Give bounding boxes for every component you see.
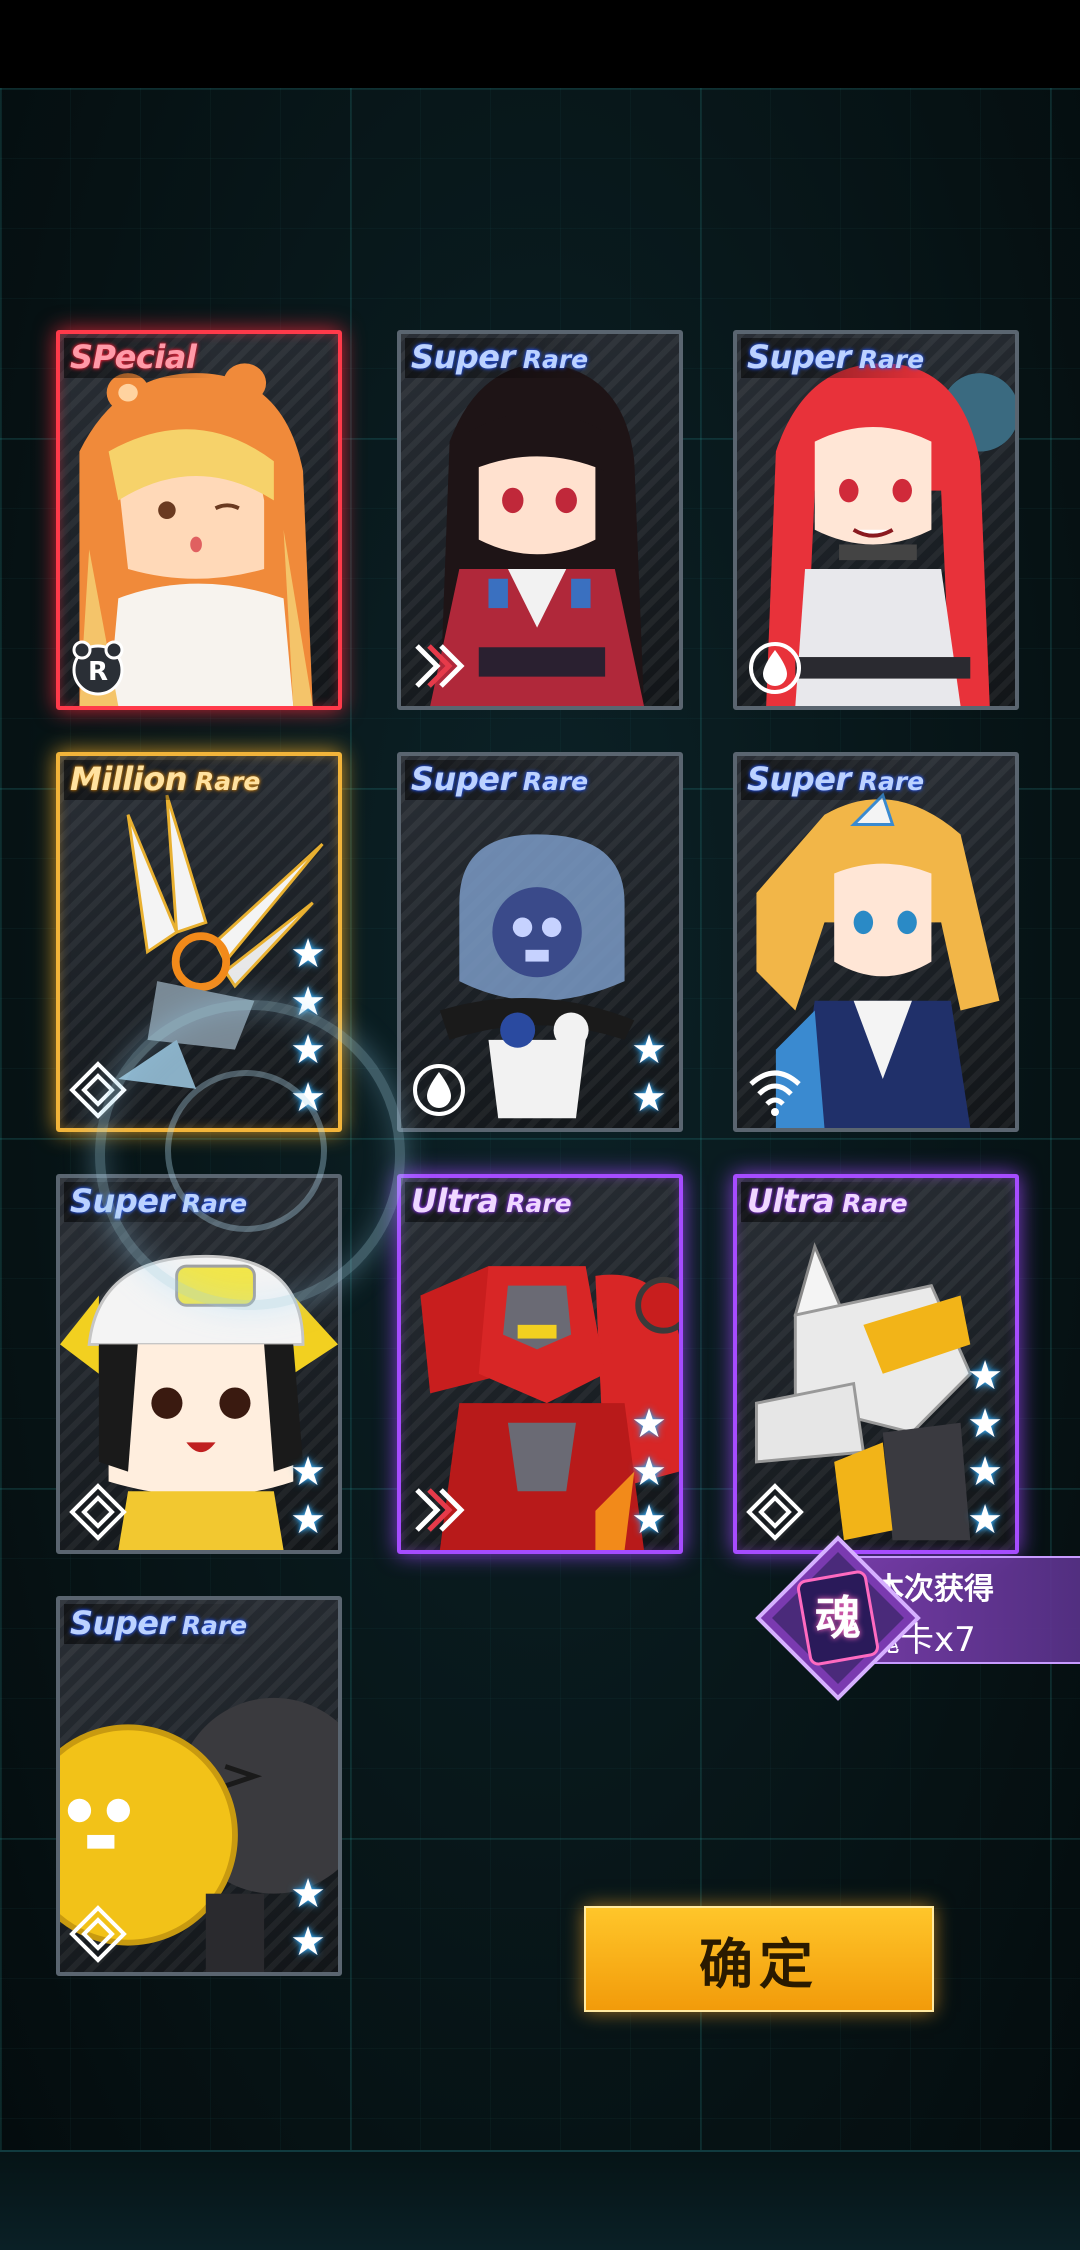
card-slot-7[interactable]: Super Rare ★ ★ (56, 1174, 342, 1554)
star-icon: ★ (631, 1027, 667, 1073)
wifi-icon (749, 1070, 801, 1116)
bottom-band (0, 2150, 1080, 2250)
soul-icon-char: 魂 (815, 1591, 861, 1645)
status-bar (0, 0, 1080, 88)
water-icon (749, 642, 801, 694)
diamond-icon (69, 1905, 127, 1963)
rarity-label: Super Rare (405, 338, 599, 378)
star-rating: ★ ★ (286, 1872, 330, 1964)
star-icon: ★ (290, 1497, 326, 1543)
star-rating: ★ ★ ★ ★ (963, 1354, 1007, 1542)
star-icon: ★ (290, 1027, 326, 1073)
rarity-label: Super Rare (64, 1182, 258, 1222)
star-icon: ★ (631, 1401, 667, 1447)
svg-text:R: R (88, 657, 108, 687)
stripes-icon (415, 1488, 465, 1532)
star-rating: ★ ★ (627, 1028, 671, 1120)
card-slot-3[interactable]: Super Rare (733, 330, 1019, 710)
star-rating: ★ ★ (286, 1450, 330, 1542)
star-rating: ★ ★ ★ ★ (286, 932, 330, 1120)
star-icon: ★ (290, 1871, 326, 1917)
r-badge-icon: R (72, 640, 124, 696)
card-slot-5[interactable]: Super Rare ★ ★ (397, 752, 683, 1132)
star-icon: ★ (290, 931, 326, 977)
card-slot-9[interactable]: Ultra Rare ★ ★ ★ ★ (733, 1174, 1019, 1554)
star-icon: ★ (631, 1449, 667, 1495)
card-slot-8[interactable]: Ultra Rare ★ ★ ★ (397, 1174, 683, 1554)
rarity-label: Super Rare (64, 1604, 258, 1644)
card-slot-4[interactable]: Million Rare ★ ★ ★ ★ (56, 752, 342, 1132)
diamond-icon (69, 1483, 127, 1541)
star-icon: ★ (967, 1449, 1003, 1495)
rarity-label: Ultra Rare (741, 1182, 918, 1222)
card-slot-10[interactable]: Super Rare ★ ★ (56, 1596, 342, 1976)
rarity-label: SPecial (64, 338, 215, 378)
star-icon: ★ (290, 1919, 326, 1965)
star-icon: ★ (290, 1075, 326, 1121)
card-slot-2[interactable]: Super Rare (397, 330, 683, 710)
star-icon: ★ (290, 979, 326, 1025)
card-slot-6[interactable]: Super Rare (733, 752, 1019, 1132)
diamond-icon (69, 1061, 127, 1119)
stripes-icon (415, 644, 465, 688)
star-icon: ★ (631, 1075, 667, 1121)
star-icon: ★ (967, 1401, 1003, 1447)
confirm-button[interactable]: 确定 (584, 1906, 934, 2012)
star-icon: ★ (631, 1497, 667, 1543)
soul-reward-badge: 本次获得 魂卡x7 魂 (752, 1532, 1080, 1704)
rarity-label: Super Rare (405, 760, 599, 800)
rarity-label: Super Rare (741, 760, 935, 800)
star-rating: ★ ★ ★ (627, 1402, 671, 1542)
rarity-label: Million Rare (64, 760, 271, 800)
star-icon: ★ (967, 1353, 1003, 1399)
rarity-label: Ultra Rare (405, 1182, 582, 1222)
card-slot-1[interactable]: SPecial R (56, 330, 342, 710)
rarity-label: Super Rare (741, 338, 935, 378)
star-icon: ★ (290, 1449, 326, 1495)
water-icon (413, 1064, 465, 1116)
